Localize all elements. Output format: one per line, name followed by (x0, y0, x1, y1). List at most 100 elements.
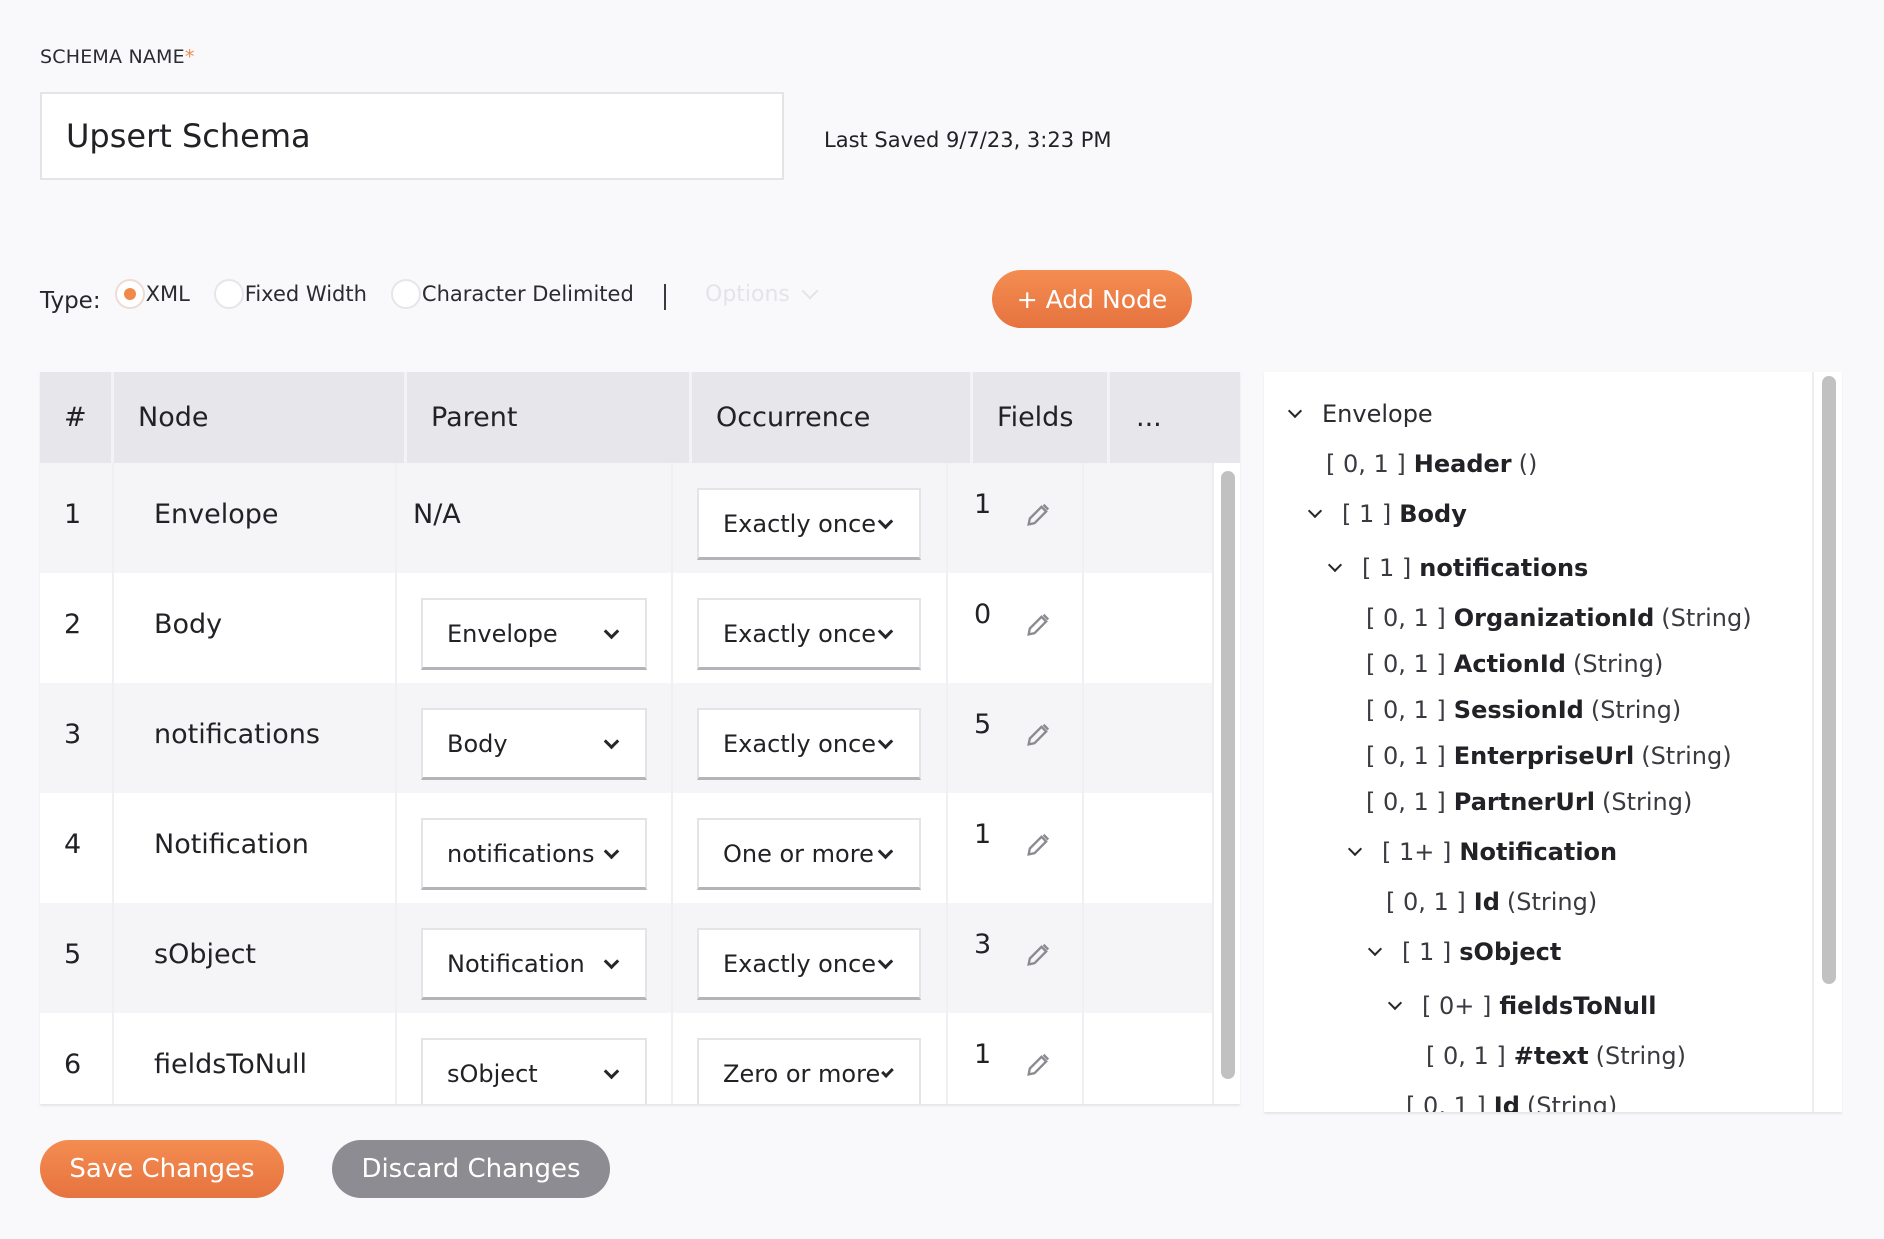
type-option-label: Character Delimited (421, 282, 634, 306)
row-number: 1 (40, 463, 114, 573)
fields-count: 0 (974, 599, 992, 630)
tree-node[interactable]: [ 1 ] sObject (1367, 934, 1562, 970)
chevron-down-icon[interactable] (1387, 995, 1403, 1011)
occurrence-select[interactable]: Exactly once (697, 598, 921, 670)
row-number: 2 (40, 573, 114, 683)
tree-node[interactable]: Envelope (1287, 396, 1433, 432)
chevron-down-icon[interactable] (1347, 841, 1363, 857)
tree-node[interactable]: [ 0, 1 ] Id (String) (1406, 1088, 1617, 1112)
occurrence-select[interactable]: Zero or more (697, 1038, 921, 1104)
column-header-node[interactable]: Node (114, 372, 407, 463)
tree-node[interactable]: [ 0, 1 ] Header() (1326, 446, 1537, 482)
tree-node[interactable]: [ 0, 1 ] ActionId (String) (1366, 646, 1663, 682)
tree-node[interactable]: [ 1 ] Body (1307, 496, 1467, 532)
tree-scrollbar-thumb[interactable] (1822, 376, 1836, 984)
pencil-icon[interactable] (1024, 721, 1052, 749)
chevron-down-icon[interactable] (1307, 503, 1323, 519)
tree-node[interactable]: [ 0, 1 ] EnterpriseUrl (String) (1366, 738, 1732, 774)
occurrence-select[interactable]: Exactly once (697, 708, 921, 780)
tree-node-type: (String) (1641, 742, 1732, 770)
parent-select[interactable]: Notification (421, 928, 647, 1000)
table-row[interactable]: 5 sObject Notification Exactly once 3 (40, 903, 1212, 1013)
parent-select-value: Body (447, 729, 508, 758)
tree-node[interactable]: [ 0, 1 ] SessionId (String) (1366, 692, 1681, 728)
row-number: 3 (40, 683, 114, 793)
tree-node[interactable]: [ 0, 1 ] OrganizationId (String) (1366, 600, 1752, 636)
fields-cell: 1 (948, 1013, 1084, 1104)
pencil-icon[interactable] (1024, 611, 1052, 639)
parent-select[interactable]: sObject (421, 1038, 647, 1104)
tree-node[interactable]: [ 0, 1 ] Id (String) (1386, 884, 1597, 920)
table-row[interactable]: 4 Notification notifications One or more 1 (40, 793, 1212, 903)
radio-checked-icon[interactable] (114, 279, 145, 309)
chevron-down-icon[interactable] (1287, 403, 1303, 419)
type-option-character-delimited[interactable]: Character Delimited (390, 279, 634, 309)
tree-node[interactable]: [ 1 ] notifications (1327, 550, 1588, 586)
schema-name-input[interactable]: Upsert Schema (40, 92, 784, 180)
occurrence-cell: Zero or more (673, 1013, 948, 1104)
type-divider (664, 284, 666, 310)
column-header-occurrence[interactable]: Occurrence (692, 372, 973, 463)
required-marker: * (184, 46, 195, 68)
tree-node-cardinality: [ 0+ ] (1422, 992, 1492, 1020)
tree-node[interactable]: [ 1+ ] Notification (1347, 834, 1617, 870)
save-changes-button[interactable]: Save Changes (40, 1140, 284, 1198)
radio-unchecked-icon[interactable] (390, 279, 421, 309)
column-header-more-icon[interactable]: ... (1110, 372, 1240, 463)
last-saved-status: Last Saved 9/7/23, 3:23 PM (824, 128, 1112, 152)
more-cell (1084, 903, 1212, 1013)
tree-node-name: Envelope (1322, 400, 1433, 428)
tree-node-name: sObject (1459, 938, 1562, 966)
schema-tree: Envelope [ 0, 1 ] Header() [ 1 ] Body [ 1 ] no… (1264, 372, 1814, 1112)
occurrence-cell: Exactly once (673, 573, 948, 683)
more-cell (1084, 793, 1212, 903)
parent-select[interactable]: notifications (421, 818, 647, 890)
parent-cell: Notification (397, 903, 673, 1013)
options-dropdown-disabled: Options (705, 282, 819, 307)
table-row[interactable]: 1 Envelope N/A Exactly once 1 (40, 463, 1212, 573)
chevron-down-icon (877, 513, 894, 530)
pencil-icon[interactable] (1024, 1051, 1052, 1079)
table-scrollbar[interactable] (1212, 463, 1240, 1104)
tree-node-name: Id (1473, 888, 1500, 916)
fields-cell: 1 (948, 463, 1084, 573)
tree-node-type: (String) (1590, 696, 1682, 724)
more-cell (1084, 463, 1212, 573)
parent-select[interactable]: Envelope (421, 598, 647, 670)
table-scrollbar-thumb[interactable] (1221, 471, 1235, 1079)
pencil-icon[interactable] (1024, 831, 1052, 859)
occurrence-select-value: One or more (723, 839, 874, 868)
column-header-parent[interactable]: Parent (407, 372, 692, 463)
add-node-button[interactable]: + Add Node (992, 270, 1192, 328)
occurrence-select[interactable]: Exactly once (697, 488, 921, 560)
tree-node[interactable]: [ 0, 1 ] #text (String) (1426, 1038, 1686, 1074)
occurrence-cell: Exactly once (673, 463, 948, 573)
tree-node[interactable]: [ 0, 1 ] PartnerUrl (String) (1366, 784, 1692, 820)
chevron-down-icon (603, 953, 620, 970)
node-name: Notification (114, 793, 397, 903)
chevron-down-icon (603, 733, 620, 750)
chevron-down-icon (877, 953, 894, 970)
radio-unchecked-icon[interactable] (213, 279, 244, 309)
parent-select[interactable]: Body (421, 708, 647, 780)
tree-node[interactable]: [ 0+ ] fieldsToNull (1387, 988, 1656, 1024)
schema-tree-panel: Envelope [ 0, 1 ] Header() [ 1 ] Body [ 1 ] no… (1264, 372, 1842, 1112)
chevron-down-icon[interactable] (1327, 557, 1343, 573)
table-row[interactable]: 2 Body Envelope Exactly once 0 (40, 573, 1212, 683)
table-header: # Node Parent Occurrence Fields ... (40, 372, 1240, 463)
pencil-icon[interactable] (1024, 501, 1052, 529)
type-option-xml[interactable]: XML (114, 279, 190, 309)
node-name: sObject (114, 903, 397, 1013)
pencil-icon[interactable] (1024, 941, 1052, 969)
table-row[interactable]: 6 fieldsToNull sObject Zero or more 1 (40, 1013, 1212, 1104)
discard-changes-button[interactable]: Discard Changes (332, 1140, 610, 1198)
type-option-fixed-width[interactable]: Fixed Width (213, 279, 367, 309)
occurrence-select[interactable]: One or more (697, 818, 921, 890)
table-row[interactable]: 3 notifications Body Exactly once 5 (40, 683, 1212, 793)
chevron-down-icon[interactable] (1367, 941, 1383, 957)
column-header-fields[interactable]: Fields (973, 372, 1110, 463)
chevron-down-icon (881, 1065, 894, 1078)
tree-node-type: (String) (1595, 1042, 1686, 1070)
occurrence-select[interactable]: Exactly once (697, 928, 921, 1000)
parent-cell: sObject (397, 1013, 673, 1104)
